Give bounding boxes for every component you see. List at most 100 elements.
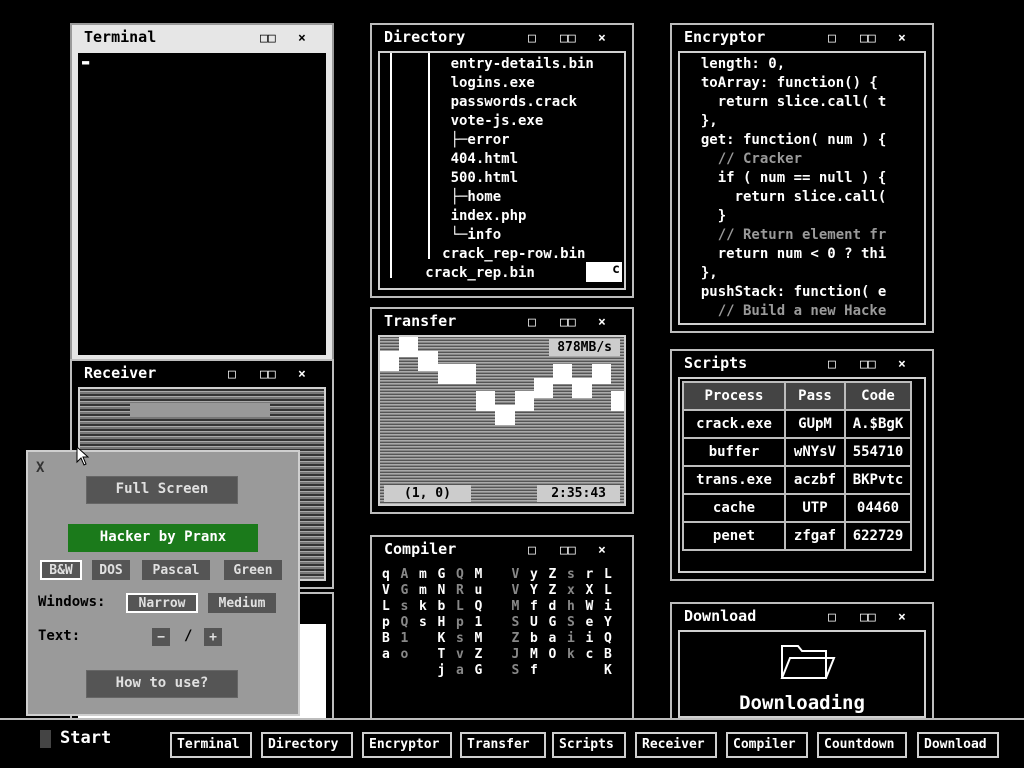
window-medium-button[interactable]: Medium (208, 593, 276, 613)
compiler-title: Compiler (372, 537, 632, 563)
minimize-icon[interactable]: □ (528, 315, 536, 330)
help-button[interactable]: How to use? (86, 670, 238, 698)
directory-tree[interactable]: entry-details.bin logins.exe passwords.c… (378, 51, 626, 290)
text-increase-button[interactable]: + (204, 628, 222, 646)
close-icon[interactable]: × (898, 357, 906, 372)
table-row: crack.exe GUpM A.$BgK (682, 409, 912, 439)
terminal-screen[interactable]: ▬ (78, 53, 326, 355)
maximize-icon[interactable]: □□ (560, 31, 576, 46)
directory-item[interactable]: ├─home (400, 188, 624, 207)
code-line: toArray: function() { (684, 75, 878, 91)
compiler-column: QRLpsva (456, 567, 464, 678)
download-body: Downloading (678, 630, 926, 718)
directory-window[interactable]: Directory □ □□ × entry-details.bin login… (370, 23, 634, 298)
directory-item[interactable]: logins.exe (400, 74, 624, 93)
maximize-icon[interactable]: □□ (860, 610, 876, 625)
start-icon[interactable] (40, 730, 51, 748)
start-button[interactable]: Start (60, 728, 111, 748)
minimize-icon[interactable]: □ (228, 367, 236, 382)
transfer-block (456, 364, 477, 384)
transfer-graph: 878MB/s (1, 0) 2:35:43 (378, 335, 626, 506)
encryptor-window[interactable]: Encryptor □ □□ × length: 0, toArray: fun… (670, 23, 934, 333)
directory-item[interactable]: 500.html (400, 169, 624, 188)
minimize-icon[interactable]: □ (528, 543, 536, 558)
close-icon[interactable]: × (598, 31, 606, 46)
taskbar-button-scripts[interactable]: Scripts (552, 732, 626, 758)
scripts-table: Process Pass Code crack.exe GUpM A.$BgK buf… (682, 381, 912, 551)
taskbar-button-encryptor[interactable]: Encryptor (362, 732, 452, 758)
code-line: }, (684, 265, 718, 281)
directory-item[interactable]: ├─error (400, 131, 624, 150)
code-line: return num < 0 ? thi (684, 246, 887, 262)
close-icon[interactable]: × (598, 315, 606, 330)
settings-panel[interactable]: X Full Screen Hacker by Pranx B&W DOS Pa… (26, 450, 300, 716)
close-icon[interactable]: X (36, 460, 44, 476)
close-icon[interactable]: × (298, 367, 306, 382)
taskbar: Start Terminal Directory Encryptor Transfer… (0, 718, 1024, 768)
minimize-icon[interactable]: □ (528, 31, 536, 46)
brand-button[interactable]: Hacker by Pranx (68, 524, 258, 552)
transfer-block (610, 391, 624, 411)
close-icon[interactable]: × (898, 31, 906, 46)
close-icon[interactable]: × (898, 610, 906, 625)
table-cell: trans.exe (682, 465, 786, 495)
code-line: length: 0, (684, 56, 786, 72)
directory-item[interactable]: passwords.crack (400, 93, 624, 112)
table-row: buffer wNYsV 554710 (682, 437, 912, 467)
transfer-block (437, 364, 457, 384)
encryptor-title: Encryptor (672, 25, 932, 51)
mouse-pointer-icon (76, 446, 90, 466)
window-narrow-button[interactable]: Narrow (126, 593, 198, 613)
receiver-band (130, 403, 270, 417)
table-cell: 04460 (844, 493, 912, 523)
taskbar-button-countdown[interactable]: Countdown (817, 732, 907, 758)
maximize-icon[interactable]: □□ (260, 31, 276, 46)
taskbar-button-compiler[interactable]: Compiler (726, 732, 808, 758)
directory-item[interactable]: index.php (400, 207, 624, 226)
directory-item[interactable]: entry-details.bin (400, 55, 624, 74)
terminal-title: Terminal (84, 28, 157, 46)
taskbar-button-directory[interactable]: Directory (261, 732, 353, 758)
table-cell: wNYsV (784, 437, 846, 467)
terminal-window[interactable]: Terminal □□ × ▬ (70, 23, 334, 363)
taskbar-button-terminal[interactable]: Terminal (170, 732, 252, 758)
windows-label: Windows: (38, 594, 106, 610)
transfer-block (591, 364, 611, 384)
code-line: } (684, 208, 727, 224)
scripts-window[interactable]: Scripts □ □□ × Process Pass Code crack.e… (670, 349, 934, 581)
taskbar-button-transfer[interactable]: Transfer (460, 732, 546, 758)
scripts-title: Scripts (672, 351, 932, 377)
directory-item[interactable]: └─info (400, 226, 624, 245)
code-line: return slice.call( (684, 189, 887, 205)
taskbar-button-download[interactable]: Download (917, 732, 999, 758)
compiler-column: ZZdGaO (548, 567, 557, 662)
theme-dos-button[interactable]: DOS (92, 560, 130, 580)
minimize-icon[interactable]: □ (828, 610, 836, 625)
transfer-window[interactable]: Transfer □ □□ × 878MB/s (1, 0) 2:35:43 (370, 307, 634, 514)
theme-bw-button[interactable]: B&W (40, 560, 82, 580)
code-comment: // Cracker (684, 151, 803, 167)
transfer-title: Transfer (372, 309, 632, 335)
fullscreen-button[interactable]: Full Screen (86, 476, 238, 504)
maximize-icon[interactable]: □□ (560, 543, 576, 558)
theme-green-button[interactable]: Green (224, 560, 282, 580)
code-line: return slice.call( t (684, 94, 887, 110)
transfer-block (495, 404, 515, 425)
taskbar-button-receiver[interactable]: Receiver (635, 732, 717, 758)
theme-pascal-button[interactable]: Pascal (142, 560, 210, 580)
maximize-icon[interactable]: □□ (860, 357, 876, 372)
minimize-icon[interactable]: □ (828, 357, 836, 372)
download-window[interactable]: Download □ □□ × Downloading (670, 602, 934, 726)
maximize-icon[interactable]: □□ (560, 315, 576, 330)
maximize-icon[interactable]: □□ (860, 31, 876, 46)
compiler-window[interactable]: Compiler □ □□ × qVLpBa AGsQ1o mmks GNbHKTj Q… (370, 535, 634, 725)
text-decrease-button[interactable]: − (152, 628, 170, 646)
maximize-icon[interactable]: □□ (260, 367, 276, 382)
close-icon[interactable]: × (298, 31, 306, 46)
minimize-icon[interactable]: □ (828, 31, 836, 46)
directory-item[interactable]: 404.html (400, 150, 624, 169)
directory-item[interactable]: vote-js.exe (400, 112, 624, 131)
close-icon[interactable]: × (598, 543, 606, 558)
table-row: trans.exe aczbf BKPvtc (682, 465, 912, 495)
transfer-block (514, 391, 534, 411)
